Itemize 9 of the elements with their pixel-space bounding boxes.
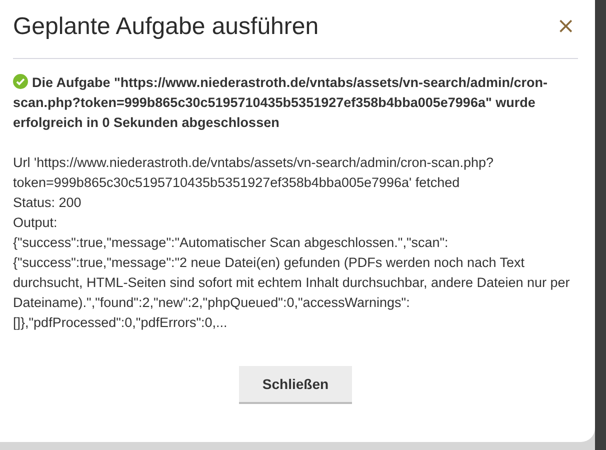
close-dialog-button[interactable]: Schließen [239,366,352,404]
output-text: Url 'https://www.niederastroth.de/vntabs/assets/vn-search/admin/cron-scan.php?token=999b865c30c5195710435b5351927ef358b4bba005e7996a' fetched [13,154,495,192]
close-button[interactable]: × [552,16,575,38]
output-text: {"success":true,"message":"Automatischer Scan abgeschlossen.","scan":{"success":true,"message":"2 neue Datei(en) gefunden (PDFs werden noch nach Text durchsucht, HTML-Seiten sind sofort mit echtem Inhalt durchsuchbar, andere Dateien nur per Dateiname).","found":2,"new":2,"phpQueued":0,"accessWarnings":[]},"pdfProcessed":0,"pdfErrors":0,... [13,234,571,332]
output-text: Status: 200 [13,194,82,212]
dialog-title: Geplante Aufgabe ausführen [13,13,319,41]
output-text: Output: [13,214,58,232]
result-message: Die Aufgabe "https://www.niederastroth.de/vntabs/assets/vn-search/admin/cron-scan.php?token=999b865c30c5195710435b5351927ef358b4bba005e7996a" wurde erfolgreich in 0 Sekunden abgeschlossen [13,73,549,132]
check-circle-icon [13,74,28,89]
